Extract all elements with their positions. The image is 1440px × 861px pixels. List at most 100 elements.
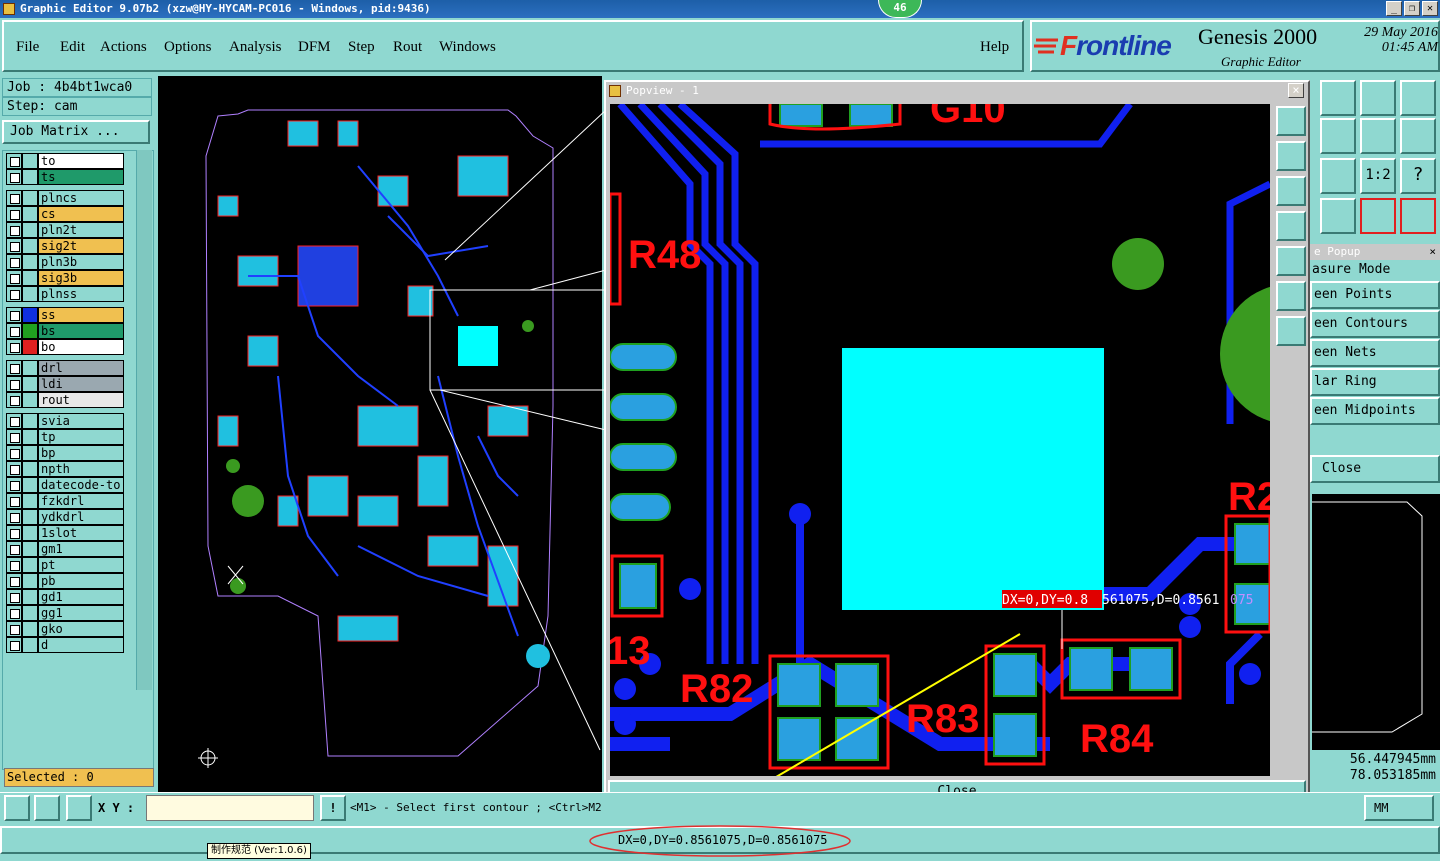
menu-analysis[interactable]: Analysis xyxy=(229,39,282,56)
close-button[interactable]: ✕ xyxy=(1422,1,1438,16)
popview-fit-board-icon[interactable] xyxy=(1276,316,1306,346)
layer-name[interactable]: fzkdrl xyxy=(38,493,124,509)
layer-row[interactable]: pb xyxy=(6,573,124,589)
layer-name[interactable]: pln3b xyxy=(38,254,124,270)
popview-page-left-icon[interactable] xyxy=(1276,211,1306,241)
alert-icon[interactable]: ! xyxy=(320,795,346,821)
menu-rout[interactable]: Rout xyxy=(393,39,422,56)
layer-name[interactable]: sig2t xyxy=(38,238,124,254)
layer-name[interactable]: ts xyxy=(38,169,124,185)
layer-name[interactable]: tp xyxy=(38,429,124,445)
layer-name[interactable]: datecode-to xyxy=(38,477,124,493)
popview-fit-icon[interactable] xyxy=(1276,281,1306,311)
menu-file[interactable]: File xyxy=(16,39,39,56)
overview-canvas[interactable] xyxy=(1312,494,1440,750)
grid-toggle-icon[interactable] xyxy=(66,795,92,821)
measure-between-contours[interactable]: een Contours xyxy=(1310,310,1440,338)
layer-name[interactable]: plnss xyxy=(38,286,124,302)
measure-between-points[interactable]: een Points xyxy=(1310,281,1440,309)
layer-checkbox[interactable] xyxy=(6,621,22,637)
layer-row[interactable]: gm1 xyxy=(6,541,124,557)
layer-checkbox[interactable] xyxy=(6,429,22,445)
layer-name[interactable]: bo xyxy=(38,339,124,355)
layer-name[interactable]: ss xyxy=(38,307,124,323)
layer-row[interactable]: ss xyxy=(6,307,124,323)
zoom-box-icon[interactable] xyxy=(1400,80,1436,116)
layer-checkbox[interactable] xyxy=(6,190,22,206)
snap-icon[interactable] xyxy=(4,795,30,821)
layer-checkbox[interactable] xyxy=(6,525,22,541)
layer-name[interactable]: cs xyxy=(38,206,124,222)
maximize-button[interactable]: ❐ xyxy=(1404,1,1420,16)
layer-row[interactable]: datecode-to xyxy=(6,477,124,493)
layer-name[interactable]: ydkdrl xyxy=(38,509,124,525)
layer-checkbox[interactable] xyxy=(6,286,22,302)
layer-row[interactable]: gd1 xyxy=(6,589,124,605)
layer-checkbox[interactable] xyxy=(6,206,22,222)
layer-checkbox[interactable] xyxy=(6,589,22,605)
layer-name[interactable]: npth xyxy=(38,461,124,477)
layer-name[interactable]: gd1 xyxy=(38,589,124,605)
layer-checkbox[interactable] xyxy=(6,477,22,493)
mirror-icon[interactable] xyxy=(1360,118,1396,154)
scale-one-to-two-icon[interactable]: 1:2 xyxy=(1360,158,1396,194)
popview-page-right-icon[interactable] xyxy=(1276,246,1306,276)
layer-checkbox[interactable] xyxy=(6,254,22,270)
layer-name[interactable]: 1slot xyxy=(38,525,124,541)
layer-row[interactable]: pln2t xyxy=(6,222,124,238)
layer-name[interactable]: pt xyxy=(38,557,124,573)
layer-row[interactable]: svia xyxy=(6,413,124,429)
measure-icon[interactable] xyxy=(34,795,60,821)
layer-checkbox[interactable] xyxy=(6,323,22,339)
layer-checkbox[interactable] xyxy=(6,461,22,477)
layer-row[interactable]: sig2t xyxy=(6,238,124,254)
layer-name[interactable]: bp xyxy=(38,445,124,461)
layer-name[interactable]: plncs xyxy=(38,190,124,206)
layer-row[interactable]: to xyxy=(6,153,124,169)
layer-row[interactable]: cs xyxy=(6,206,124,222)
measure-between-midpoints[interactable]: een Midpoints xyxy=(1310,397,1440,425)
layer-name[interactable]: sig3b xyxy=(38,270,124,286)
layer-checkbox[interactable] xyxy=(6,509,22,525)
layer-row[interactable]: rout xyxy=(6,392,124,408)
layer-name[interactable]: bs xyxy=(38,323,124,339)
layer-row[interactable]: pln3b xyxy=(6,254,124,270)
layer-row[interactable]: 1slot xyxy=(6,525,124,541)
layer-row[interactable]: npth xyxy=(6,461,124,477)
layer-checkbox[interactable] xyxy=(6,573,22,589)
layer-row[interactable]: tp xyxy=(6,429,124,445)
layer-row[interactable]: gko xyxy=(6,621,124,637)
popview-canvas[interactable]: R48 R82 R84 R83 R2 13 G10 DX=0,DY=0.8 56… xyxy=(610,104,1270,776)
layer-checkbox[interactable] xyxy=(6,493,22,509)
layer-checkbox[interactable] xyxy=(6,360,22,376)
menu-step[interactable]: Step xyxy=(348,39,375,56)
layer-row[interactable]: d xyxy=(6,637,124,653)
layer-row[interactable]: bp xyxy=(6,445,124,461)
layer-checkbox[interactable] xyxy=(6,153,22,169)
layer-row[interactable]: fzkdrl xyxy=(6,493,124,509)
layer-row[interactable]: plnss xyxy=(6,286,124,302)
layer-row[interactable]: plncs xyxy=(6,190,124,206)
layer-checkbox[interactable] xyxy=(6,376,22,392)
center-icon[interactable] xyxy=(1320,158,1356,194)
measure-annular-ring[interactable]: lar Ring xyxy=(1310,368,1440,396)
layer-name[interactable]: drl xyxy=(38,360,124,376)
layer-name[interactable]: gko xyxy=(38,621,124,637)
popview-page-up-icon[interactable] xyxy=(1276,141,1306,171)
layer-name[interactable]: pln2t xyxy=(38,222,124,238)
help-icon[interactable]: ? xyxy=(1400,158,1436,194)
menu-options[interactable]: Options xyxy=(164,39,212,56)
layer-checkbox[interactable] xyxy=(6,169,22,185)
layer-checkbox[interactable] xyxy=(6,557,22,573)
layer-name[interactable]: to xyxy=(38,153,124,169)
layer-row[interactable]: gg1 xyxy=(6,605,124,621)
measure-close-x-icon[interactable]: × xyxy=(1429,244,1436,260)
layer-row[interactable]: ldi xyxy=(6,376,124,392)
layer-row[interactable]: sig3b xyxy=(6,270,124,286)
job-matrix-button[interactable]: Job Matrix ... xyxy=(2,120,150,144)
minimize-button[interactable]: _ xyxy=(1386,1,1402,16)
layer-name[interactable]: svia xyxy=(38,413,124,429)
measure-close-button[interactable]: Close xyxy=(1310,455,1440,483)
xy-input[interactable] xyxy=(146,795,314,821)
layer-checkbox[interactable] xyxy=(6,637,22,653)
